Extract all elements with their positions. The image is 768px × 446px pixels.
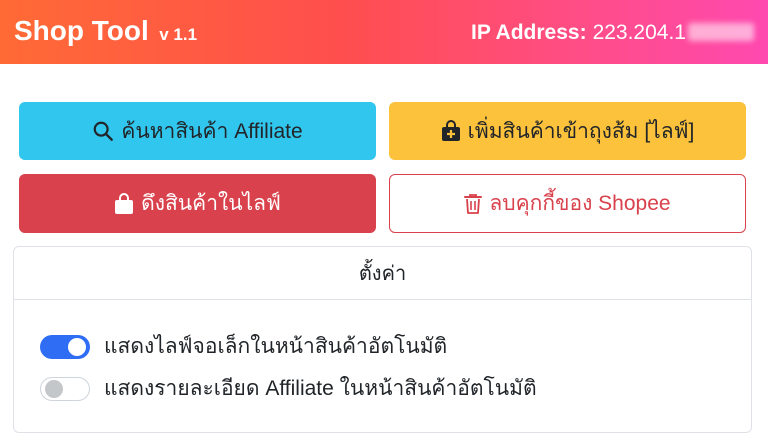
search-affiliate-label: ค้นหาสินค้า Affiliate	[121, 119, 303, 143]
shopping-bag-icon	[115, 192, 134, 214]
brand: Shop Tool v 1.1	[14, 15, 197, 47]
toggle-knob	[45, 379, 63, 398]
app-header: Shop Tool v 1.1 IP Address: 223.204.1	[0, 0, 768, 64]
affiliate-details-label[interactable]: แสดงรายละเอียด Affiliate ในหน้าสินค้าอัต…	[104, 372, 537, 405]
setting-affiliate-details[interactable]: แสดงรายละเอียด Affiliate ในหน้าสินค้าอัต…	[40, 372, 537, 405]
toggle-knob	[68, 337, 86, 356]
live-mini-player-label[interactable]: แสดงไลฟ์จอเล็กในหน้าสินค้าอัตโนมัติ	[104, 330, 447, 363]
ip-value: 223.204.1	[592, 21, 686, 44]
ip-label: IP Address:	[471, 21, 587, 44]
trash-icon	[464, 193, 483, 214]
search-icon	[93, 121, 114, 141]
pull-live-products-button[interactable]: ดึงสินค้าในไลฟ์	[19, 174, 376, 233]
app-version: v 1.1	[159, 25, 198, 44]
add-to-cart-live-label: เพิ่มสินค้าเข้าถุงส้ม [ไลฟ์]	[467, 119, 695, 143]
setting-live-mini-player[interactable]: แสดงไลฟ์จอเล็กในหน้าสินค้าอัตโนมัติ	[40, 330, 447, 363]
live-mini-player-toggle[interactable]	[40, 334, 90, 359]
settings-card: ตั้งค่า แสดงไลฟ์จอเล็กในหน้าสินค้าอัตโนม…	[13, 246, 752, 433]
settings-title: ตั้งค่า	[14, 247, 751, 300]
clear-shopee-cookies-button[interactable]: ลบคุกกี้ของ Shopee	[389, 174, 746, 233]
bag-plus-icon	[441, 120, 460, 141]
ip-redacted	[688, 23, 754, 41]
add-to-cart-live-button[interactable]: เพิ่มสินค้าเข้าถุงส้ม [ไลฟ์]	[389, 102, 746, 160]
clear-shopee-cookies-label: ลบคุกกี้ของ Shopee	[489, 192, 671, 215]
ip-address: IP Address: 223.204.1	[471, 21, 754, 45]
pull-live-products-label: ดึงสินค้าในไลฟ์	[141, 192, 281, 215]
search-affiliate-button[interactable]: ค้นหาสินค้า Affiliate	[19, 102, 376, 160]
app-title: Shop Tool	[14, 15, 149, 46]
affiliate-details-toggle[interactable]	[40, 376, 90, 401]
